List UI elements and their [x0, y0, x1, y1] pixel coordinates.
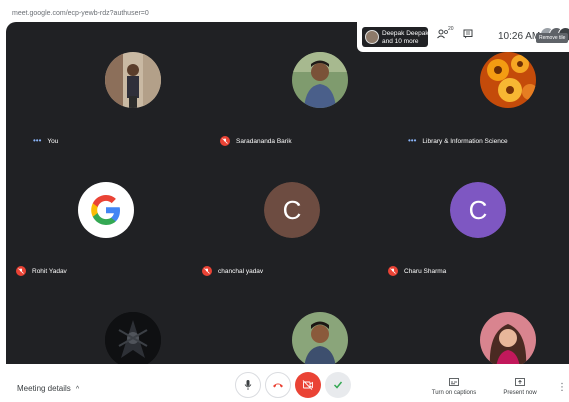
present-icon	[490, 378, 550, 388]
clock: 10:26 AM	[498, 31, 541, 42]
present-now-button[interactable]: Present now	[490, 378, 550, 396]
meeting-details-label: Meeting details	[17, 384, 71, 393]
participant-name: chanchal yadav	[218, 267, 264, 275]
avatar: C	[450, 182, 506, 238]
mic-off-icon	[388, 266, 398, 276]
participant-name: Library & Information Science	[422, 137, 508, 145]
avatar-letter: C	[264, 182, 320, 238]
tile-namebar: Saradananda Barik	[220, 134, 292, 148]
participant-tile[interactable]	[33, 308, 219, 364]
tile-namebar: ••• Library & Information Science	[408, 134, 508, 148]
mic-off-icon	[220, 136, 230, 146]
camera-off-icon	[302, 380, 313, 390]
extension-check-button[interactable]	[325, 372, 351, 398]
camera-off-button[interactable]	[295, 372, 321, 398]
participant-name: You	[47, 137, 59, 145]
participant-tile[interactable]: ••• Library & Information Science	[408, 48, 569, 173]
participant-name: Charu Sharma	[404, 267, 447, 275]
participant-name: Saradananda Barik	[236, 137, 292, 145]
participant-tile[interactable]	[408, 308, 569, 364]
captions-label: Turn on captions	[431, 390, 477, 396]
participants-pill[interactable]: Deepak Deepak and 10 more	[362, 27, 429, 47]
meeting-stage: Deepak Deepak and 10 more 20 10:26 AM ••…	[6, 22, 569, 364]
avatar: C	[264, 182, 320, 238]
chat-icon[interactable]	[463, 29, 473, 42]
captions-icon	[424, 378, 484, 388]
participants-line1: Deepak Deepak	[382, 30, 429, 37]
tile-namebar: Rohit Yadav	[16, 264, 67, 278]
participants-line2: and 10 more	[382, 38, 419, 45]
speaking-indicator-icon: •••	[408, 136, 417, 145]
chevron-up-icon: ^	[75, 386, 80, 393]
avatar	[480, 52, 536, 108]
tile-namebar: chanchal yadav	[202, 264, 263, 278]
participant-tile[interactable]: Saradananda Barik	[220, 48, 406, 173]
participant-name: Rohit Yadav	[32, 267, 67, 275]
google-logo-icon	[78, 182, 134, 238]
avatar	[480, 312, 536, 364]
tooltip: Remove tile	[536, 33, 569, 43]
tile-namebar: ••• You	[33, 134, 58, 148]
more-options-icon[interactable]: ⋮	[557, 382, 567, 393]
mic-off-icon	[16, 266, 26, 276]
mic-off-icon	[202, 266, 212, 276]
avatar-letter: C	[450, 182, 506, 238]
participant-tile[interactable]	[220, 308, 406, 364]
tile-namebar: Charu Sharma	[388, 264, 446, 278]
people-count: 20	[448, 26, 454, 32]
speaking-indicator-icon: •••	[33, 136, 42, 145]
address-bar[interactable]: meet.google.com/ecp-yewb-rdz?authuser=0	[0, 0, 569, 22]
hang-up-icon	[273, 383, 283, 388]
avatar	[105, 52, 161, 108]
participant-tile[interactable]: Rohit Yadav	[16, 178, 202, 303]
captions-button[interactable]: Turn on captions	[424, 378, 484, 396]
microphone-icon	[244, 380, 252, 390]
present-label: Present now	[503, 390, 537, 396]
participant-tile[interactable]: C Charu Sharma	[388, 178, 569, 303]
leave-call-button[interactable]	[265, 372, 291, 398]
participant-tile[interactable]: C chanchal yadav	[202, 178, 388, 303]
meeting-details-button[interactable]: Meeting details ^	[17, 384, 79, 393]
participant-tile[interactable]: ••• You	[33, 48, 219, 173]
avatar	[292, 52, 348, 108]
participant-avatar	[365, 30, 379, 44]
avatar	[292, 312, 348, 364]
avatar	[105, 312, 161, 364]
microphone-button[interactable]	[235, 372, 261, 398]
url-text: meet.google.com/ecp-yewb-rdz?authuser=0	[12, 10, 149, 17]
bottom-toolbar: Meeting details ^ Turn on captions Presen…	[0, 364, 569, 402]
check-icon	[333, 381, 343, 389]
